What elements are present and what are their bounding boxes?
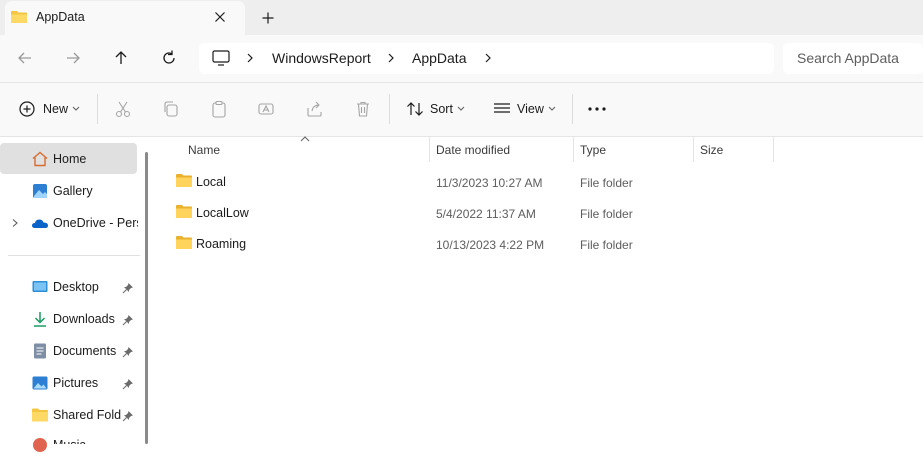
rename-icon[interactable] <box>257 99 277 119</box>
share-icon[interactable] <box>305 99 325 119</box>
pin-icon[interactable] <box>122 346 134 358</box>
new-tab-icon[interactable] <box>260 10 276 26</box>
search-placeholder: Search AppData <box>797 50 899 66</box>
sidebar-item-shared-folder[interactable]: Shared Folder <box>53 408 121 422</box>
chevron-right-icon[interactable] <box>10 218 20 228</box>
sort-button[interactable]: Sort <box>430 102 453 116</box>
new-icon[interactable] <box>17 99 37 119</box>
sidebar-item-downloads[interactable]: Downloads <box>53 312 115 326</box>
sidebar-item-gallery[interactable]: Gallery <box>53 184 93 198</box>
chevron-right-icon[interactable] <box>244 52 256 64</box>
folder-icon <box>176 236 192 249</box>
pin-icon[interactable] <box>122 410 134 422</box>
tab-title: AppData <box>36 10 85 24</box>
this-pc-icon[interactable] <box>211 49 231 67</box>
divider <box>97 94 98 124</box>
more-options-icon[interactable] <box>587 103 607 115</box>
column-divider[interactable] <box>773 137 774 162</box>
column-header-type[interactable]: Type <box>580 143 606 157</box>
sort-icon[interactable] <box>405 99 425 119</box>
cut-icon[interactable] <box>113 99 133 119</box>
back-arrow-icon[interactable] <box>14 47 36 69</box>
home-icon <box>32 151 48 167</box>
close-tab-icon[interactable] <box>212 9 228 25</box>
folder-icon <box>176 205 192 218</box>
refresh-icon[interactable] <box>158 47 180 69</box>
file-type: File folder <box>580 176 633 190</box>
chevron-down-icon[interactable] <box>548 106 556 112</box>
sidebar-item-pictures[interactable]: Pictures <box>53 376 98 390</box>
delete-icon[interactable] <box>353 99 373 119</box>
documents-icon[interactable] <box>31 342 49 360</box>
chevron-down-icon[interactable] <box>72 106 80 112</box>
up-arrow-icon[interactable] <box>110 47 132 69</box>
pictures-icon[interactable] <box>31 374 49 392</box>
column-divider[interactable] <box>573 137 574 162</box>
divider <box>389 94 390 124</box>
music-icon[interactable] <box>31 436 49 454</box>
downloads-icon[interactable] <box>31 310 49 328</box>
file-name[interactable]: LocalLow <box>196 206 249 220</box>
column-divider[interactable] <box>429 137 430 162</box>
onedrive-icon[interactable] <box>31 214 49 232</box>
sidebar-item-onedrive[interactable]: OneDrive - Perso <box>53 216 138 230</box>
sidebar-scrollbar[interactable] <box>145 152 148 444</box>
chevron-right-icon[interactable] <box>385 52 397 64</box>
pin-icon[interactable] <box>122 378 134 390</box>
copy-icon[interactable] <box>161 99 181 119</box>
divider <box>572 94 573 124</box>
view-icon[interactable] <box>492 99 512 119</box>
pin-icon[interactable] <box>122 282 134 294</box>
folder-icon <box>11 11 27 23</box>
paste-icon[interactable] <box>209 99 229 119</box>
chevron-down-icon[interactable] <box>457 106 465 112</box>
sidebar-divider <box>8 255 140 256</box>
sidebar-item-documents[interactable]: Documents <box>53 344 116 358</box>
sidebar-item-desktop[interactable]: Desktop <box>53 280 99 294</box>
file-date-modified: 5/4/2022 11:37 AM <box>436 207 536 221</box>
file-type: File folder <box>580 207 633 221</box>
folder-icon <box>176 174 192 187</box>
view-button[interactable]: View <box>517 102 544 116</box>
pin-icon[interactable] <box>122 314 134 326</box>
file-name[interactable]: Roaming <box>196 237 246 251</box>
file-type: File folder <box>580 238 633 252</box>
column-header-date-modified[interactable]: Date modified <box>436 143 510 157</box>
column-header-size[interactable]: Size <box>700 143 723 157</box>
file-name[interactable]: Local <box>196 175 226 189</box>
column-divider[interactable] <box>693 137 694 162</box>
sort-ascending-icon[interactable] <box>300 136 310 142</box>
desktop-icon[interactable] <box>31 278 49 296</box>
gallery-icon[interactable] <box>31 182 49 200</box>
chevron-right-icon[interactable] <box>482 52 494 64</box>
file-date-modified: 10/13/2023 4:22 PM <box>436 238 545 252</box>
file-date-modified: 11/3/2023 10:27 AM <box>436 176 543 190</box>
forward-arrow-icon[interactable] <box>62 47 84 69</box>
breadcrumb-windowsreport[interactable]: WindowsReport <box>272 50 371 66</box>
column-header-name[interactable]: Name <box>188 143 220 157</box>
sidebar-item-label: Home <box>53 152 87 166</box>
new-button[interactable]: New <box>43 102 68 116</box>
sidebar-item-music[interactable]: Music <box>53 438 86 444</box>
breadcrumb-appdata[interactable]: AppData <box>412 50 466 66</box>
shared-folder-icon[interactable] <box>31 406 49 424</box>
